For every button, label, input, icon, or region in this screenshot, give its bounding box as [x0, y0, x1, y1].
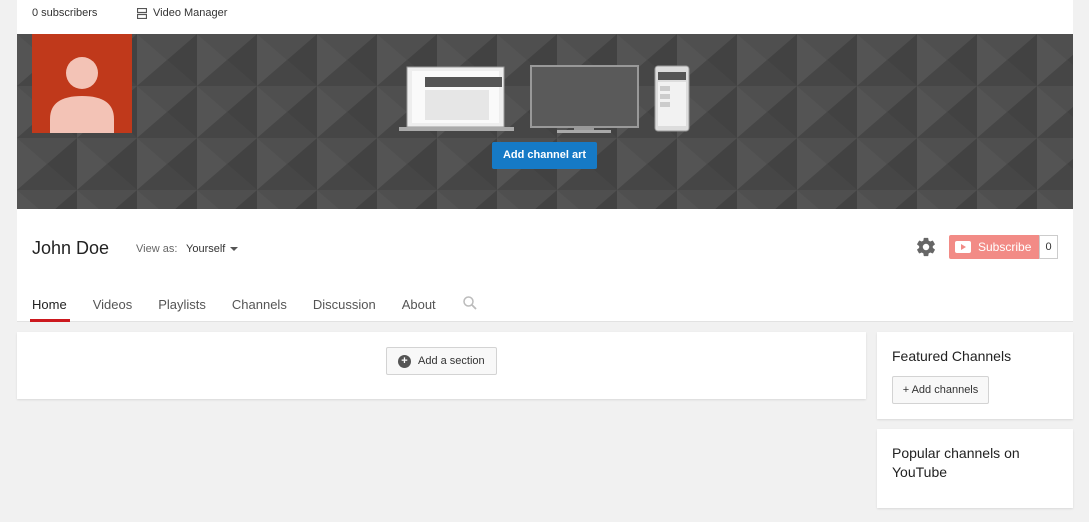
video-manager-label: Video Manager	[153, 7, 228, 19]
user-silhouette-icon	[50, 57, 114, 133]
channel-name: John Doe	[32, 238, 110, 258]
subscribe-button[interactable]: Subscribe	[949, 235, 1039, 259]
tab-channels[interactable]: Channels	[232, 297, 287, 320]
popular-channels-title: Popular channels on YouTube	[892, 445, 1020, 480]
featured-channels-panel: Featured Channels + Add channels	[877, 332, 1073, 419]
view-as-dropdown[interactable]: Yourself	[186, 243, 239, 255]
view-as-label: View as:	[136, 243, 178, 255]
subscriber-count-badge: 0	[1039, 235, 1058, 259]
add-section-button[interactable]: + Add a section	[386, 347, 497, 375]
chevron-down-icon	[230, 247, 239, 251]
subscribe-label: Subscribe	[978, 240, 1032, 254]
channel-tabs: Home Videos Playlists Channels Discussio…	[30, 295, 478, 322]
laptop-illustration	[399, 66, 514, 131]
channel-header: John Doe View as: Yourself Subscribe 0 H…	[17, 209, 1073, 322]
video-manager-link[interactable]: Video Manager	[137, 7, 227, 19]
channel-banner: Add channel art	[17, 34, 1073, 209]
featured-channels-title: Featured Channels	[892, 348, 1012, 364]
tab-videos[interactable]: Videos	[93, 297, 133, 320]
video-manager-icon	[137, 7, 147, 19]
plus-circle-icon: +	[398, 354, 411, 368]
add-channels-button[interactable]: + Add channels	[892, 376, 989, 404]
channel-avatar[interactable]	[32, 34, 132, 133]
view-as-value: Yourself	[186, 243, 226, 255]
main-content-panel: + Add a section	[17, 332, 866, 399]
phone-illustration	[654, 65, 690, 132]
tab-discussion[interactable]: Discussion	[313, 297, 376, 320]
subscriber-count: 0 subscribers	[32, 7, 98, 19]
add-section-label: Add a section	[418, 355, 485, 367]
youtube-play-icon	[955, 241, 971, 253]
gear-icon[interactable]	[915, 236, 937, 258]
tab-about[interactable]: About	[402, 297, 436, 320]
popular-channels-panel: Popular channels on YouTube	[877, 429, 1073, 508]
search-icon[interactable]	[462, 295, 478, 311]
banner-pattern	[17, 34, 1073, 209]
top-bar: 0 subscribers Video Manager	[17, 0, 1073, 34]
tab-home[interactable]: Home	[30, 297, 70, 322]
tab-playlists[interactable]: Playlists	[158, 297, 206, 320]
add-channel-art-button[interactable]: Add channel art	[492, 142, 597, 169]
tv-illustration	[530, 65, 639, 133]
